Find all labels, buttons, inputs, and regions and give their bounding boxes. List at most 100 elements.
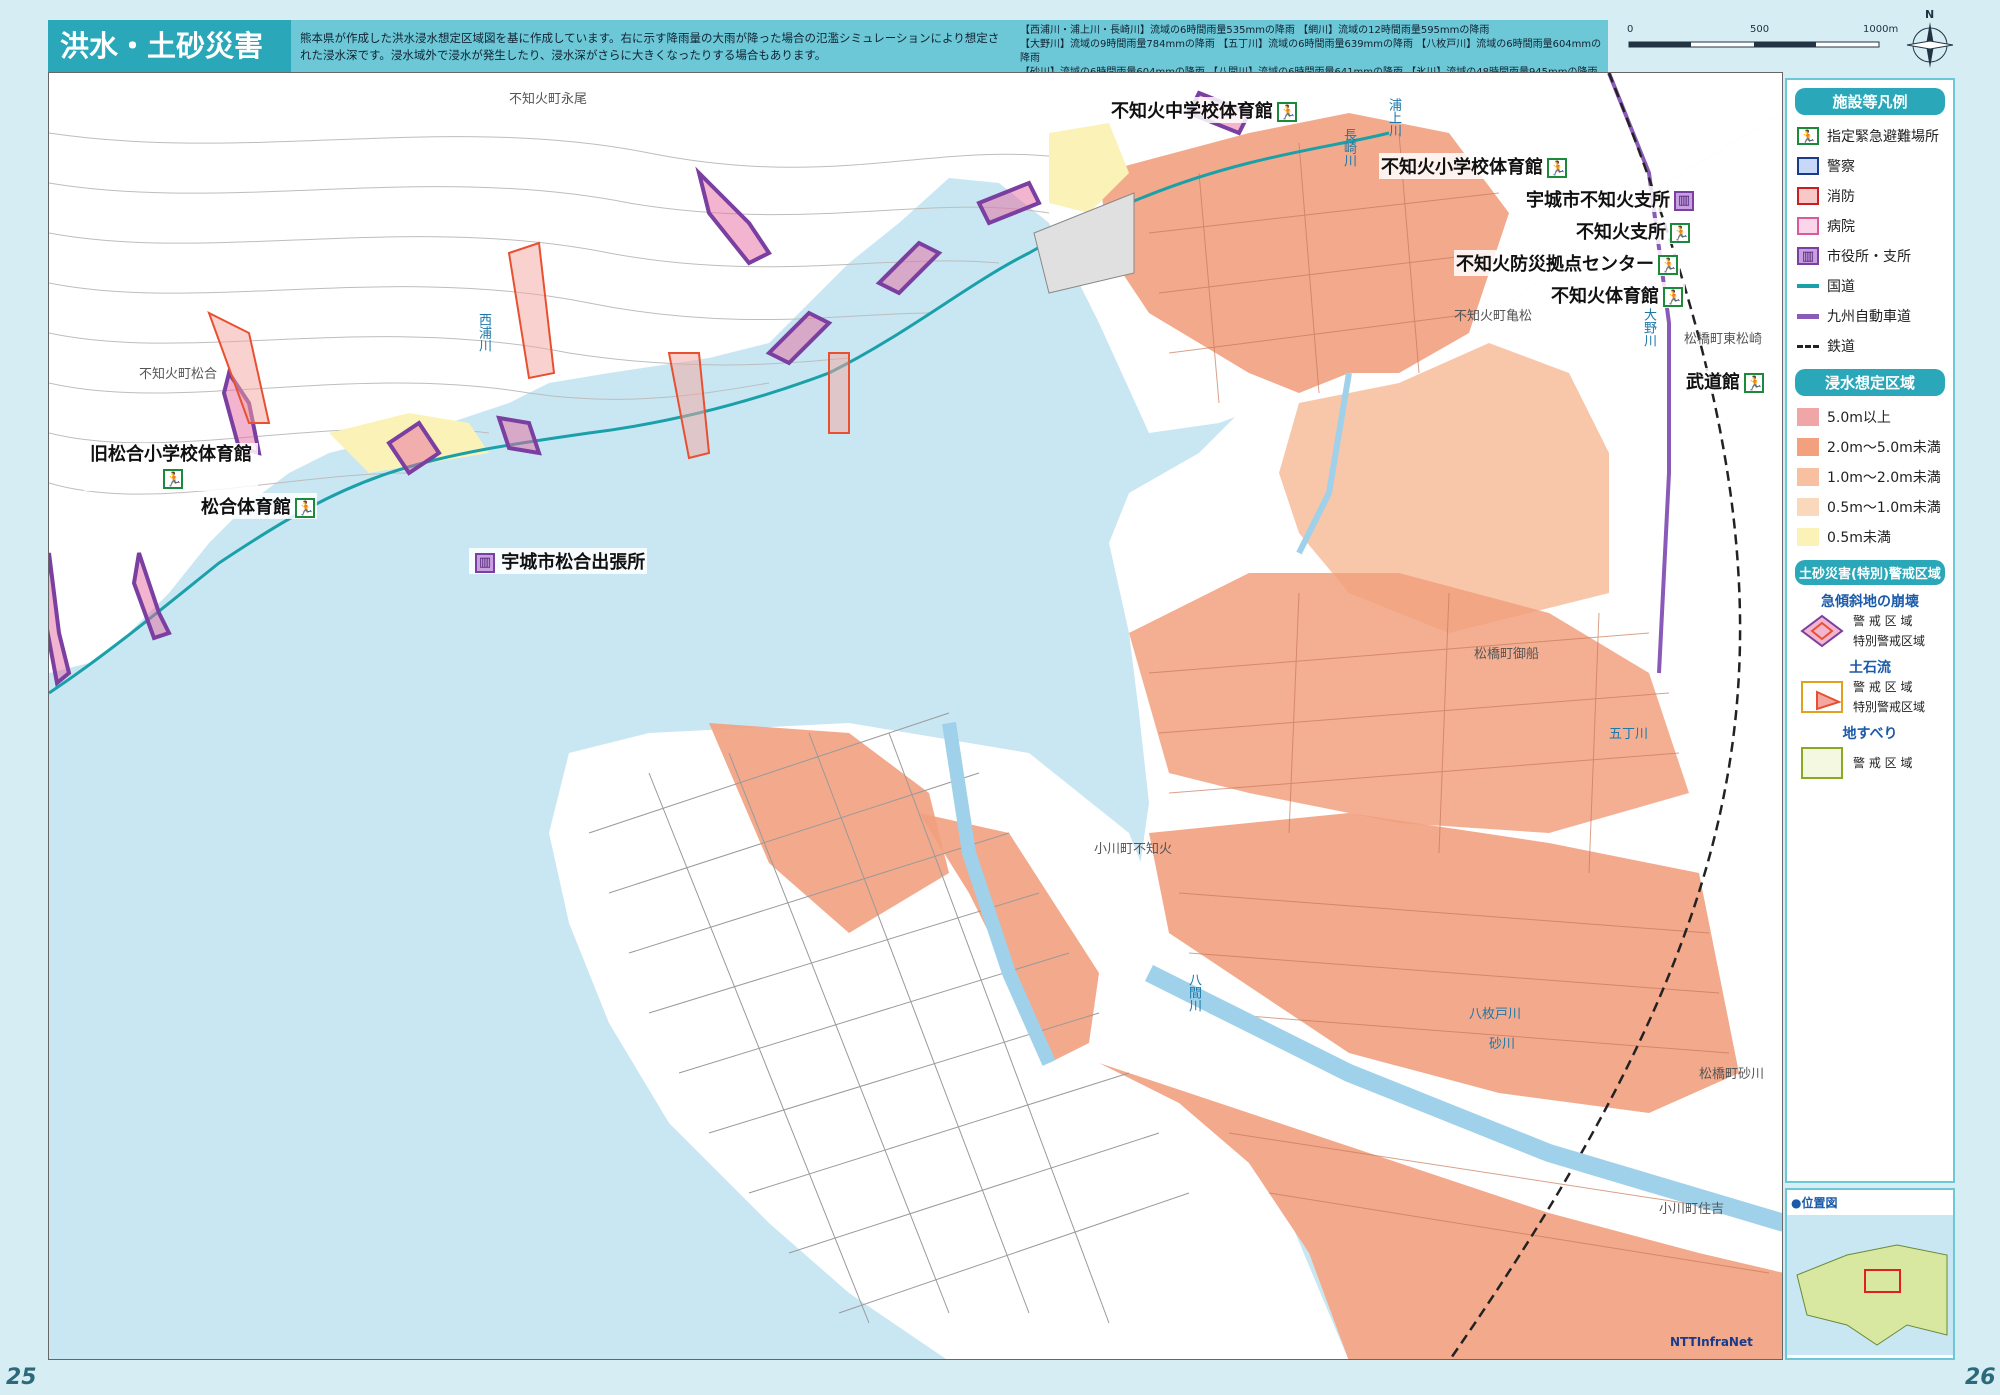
facility-label[interactable]: 不知火体育館 🏃 [1549, 282, 1685, 308]
legend-item-label: 5.0m以上 [1827, 410, 1891, 426]
legend-item: 🏃 指定緊急避難場所 [1787, 121, 1953, 151]
legend-item: 0.5m～1.0m未満 [1787, 492, 1953, 522]
facility-label[interactable]: 宇城市不知火支所 ▥ [1524, 186, 1696, 212]
legend-item: 鉄道 [1787, 331, 1953, 361]
town-label: 不知火町亀松 [1454, 309, 1533, 324]
legend-item-label: 九州自動車道 [1827, 309, 1911, 325]
river-label: 西浦川 [476, 313, 491, 352]
facility-name: 松合体育館 [201, 497, 291, 518]
facility-label[interactable]: 不知火小学校体育館 🏃 [1379, 153, 1569, 179]
legend-item-label: 0.5m未満 [1827, 530, 1891, 546]
rainfall-line: 【大野川】流域の9時間雨量784mmの降雨 【五丁川】流域の6時間雨量639mm… [1020, 39, 1602, 64]
legend-item: 5.0m以上 [1787, 402, 1953, 432]
facility-name: 不知火小学校体育館 [1381, 157, 1543, 178]
office-icon: ▥ [1797, 247, 1819, 265]
credit-text: NTTInfraNet [1670, 1335, 1753, 1349]
river-label: 浦上川 [1386, 98, 1401, 137]
location-map-title: ●位置図 [1791, 1196, 1838, 1210]
railway-line-icon [1797, 344, 1819, 348]
facility-label[interactable]: 武道館 🏃 [1684, 368, 1766, 394]
legend-debris-flow-title: 土石流 [1849, 660, 1891, 676]
fire-icon [1797, 187, 1819, 205]
river-label: 五丁川 [1609, 727, 1649, 742]
legend-steep-slope-block: 警 戒 区 域 特別警戒区域 [1787, 611, 1953, 651]
debris-flow-icon [1801, 681, 1843, 713]
town-label: 小川町不知火 [1094, 842, 1173, 857]
facility-label[interactable]: 不知火中学校体育館 🏃 [1109, 97, 1299, 123]
police-icon [1797, 157, 1819, 175]
legend-facilities-title: 施設等凡例 [1795, 88, 1945, 115]
facility-name: 武道館 [1686, 372, 1740, 393]
legend-item: 警察 [1787, 151, 1953, 181]
town-label: 松橋町御船 [1474, 647, 1540, 662]
flood-swatch [1797, 528, 1819, 546]
facility-name: 宇城市松合出張所 [501, 552, 646, 573]
legend-item: 2.0m～5.0m未満 [1787, 432, 1953, 462]
legend-item-label: 指定緊急避難場所 [1827, 129, 1939, 145]
scale-bar: 0 500 1000m [1625, 20, 1898, 60]
evacuation-icon: 🏃 [1658, 255, 1678, 275]
evacuation-icon: 🏃 [1663, 287, 1683, 307]
facility-name: 不知火支所 [1576, 222, 1666, 243]
legend-flood-title: 浸水想定区域 [1795, 369, 1945, 396]
evacuation-icon: 🏃 [1670, 223, 1690, 243]
steep-slope-icon [1800, 614, 1844, 648]
facility-label[interactable]: ▥ 宇城市松合出張所 [469, 548, 648, 574]
office-icon: ▥ [475, 553, 495, 573]
legend-item: 消防 [1787, 181, 1953, 211]
legend-item-label: 鉄道 [1827, 339, 1855, 355]
legend-item-label: 0.5m～1.0m未満 [1827, 500, 1941, 516]
facility-name: 宇城市不知火支所 [1526, 190, 1670, 211]
river-label: 砂川 [1489, 1037, 1516, 1052]
legend-item-label: 消防 [1827, 189, 1855, 205]
compass-icon: N [1905, 8, 1955, 70]
legend-item-label: 国道 [1827, 279, 1855, 295]
legend-item: 1.0m～2.0m未満 [1787, 462, 1953, 492]
town-label: 松橋町砂川 [1699, 1067, 1765, 1082]
legend-item-label: 病院 [1827, 219, 1855, 235]
legend-item-label: 特別警戒区域 [1853, 634, 1926, 648]
river-label: 八間川 [1186, 973, 1201, 1012]
town-label: 不知火町永尾 [509, 92, 588, 107]
location-map: ●位置図 [1785, 1188, 1955, 1360]
town-label: 松橋町東松崎 [1684, 332, 1763, 347]
legend-item-label: 市役所・支所 [1827, 249, 1911, 265]
description-text: 熊本県が作成した洪水浸水想定区域図を基に作成しています。右に示す降雨量の大雨が降… [300, 31, 1000, 62]
legend-item: 0.5m未満 [1787, 522, 1953, 552]
legend-panel: 施設等凡例 🏃 指定緊急避難場所 警察 消防 病院 ▥ 市役所・支所 国道 九州自動… [1785, 78, 1955, 1183]
office-icon: ▥ [1674, 191, 1694, 211]
legend-item-label: 警 戒 区 域 [1853, 680, 1913, 694]
legend-item: 病院 [1787, 211, 1953, 241]
evacuation-icon: 🏃 [1744, 373, 1764, 393]
legend-landslide-block: 警 戒 区 域 [1787, 743, 1953, 783]
flood-swatch [1797, 438, 1819, 456]
facility-label[interactable]: 不知火支所 🏃 [1574, 218, 1692, 244]
flood-swatch [1797, 408, 1819, 426]
page-title: 洪水・土砂災害6 [48, 20, 291, 112]
facility-label[interactable]: 旧松合小学校体育館 🏃 [84, 443, 258, 491]
legend-item-label: 警察 [1827, 159, 1855, 175]
legend-landslide-title: 地すべり [1842, 726, 1898, 742]
legend-item: ▥ 市役所・支所 [1787, 241, 1953, 271]
river-label: 長崎川 [1341, 128, 1356, 167]
legend-debris-flow-block: 警 戒 区 域 特別警戒区域 [1787, 677, 1953, 717]
legend-item-label: 2.0m～5.0m未満 [1827, 440, 1941, 456]
page-number-left: 25 [6, 1365, 37, 1390]
legend-item: 国道 [1787, 271, 1953, 301]
evacuation-icon: 🏃 [1797, 127, 1819, 146]
flood-swatch [1797, 468, 1819, 486]
facility-label[interactable]: 松合体育館 🏃 [199, 493, 317, 519]
evacuation-icon: 🏃 [1277, 102, 1297, 122]
evacuation-icon: 🏃 [295, 498, 315, 518]
town-label: 不知火町松合 [139, 367, 218, 382]
location-map-canvas [1787, 1215, 1953, 1355]
legend-sediment-title: 土砂災害(特別)警戒区域 [1795, 560, 1945, 585]
landslide-icon [1801, 747, 1843, 779]
legend-steep-slope-title: 急傾斜地の崩壊 [1821, 594, 1919, 610]
expressway-line-icon [1797, 313, 1819, 319]
rainfall-line: 【西浦川・浦上川・長崎川】流域の6時間雨量535mmの降雨 【網川】流域の12時… [1020, 25, 1490, 36]
facility-name: 不知火中学校体育館 [1111, 101, 1273, 122]
facility-label[interactable]: 不知火防災拠点センター 🏃 [1454, 250, 1680, 276]
hazard-map[interactable]: 不知火町永尾 不知火町松合 不知火町亀松 松橋町東松崎 松橋町御船 小川町不知火… [48, 72, 1783, 1360]
river-label: 八枚戸川 [1469, 1007, 1522, 1022]
